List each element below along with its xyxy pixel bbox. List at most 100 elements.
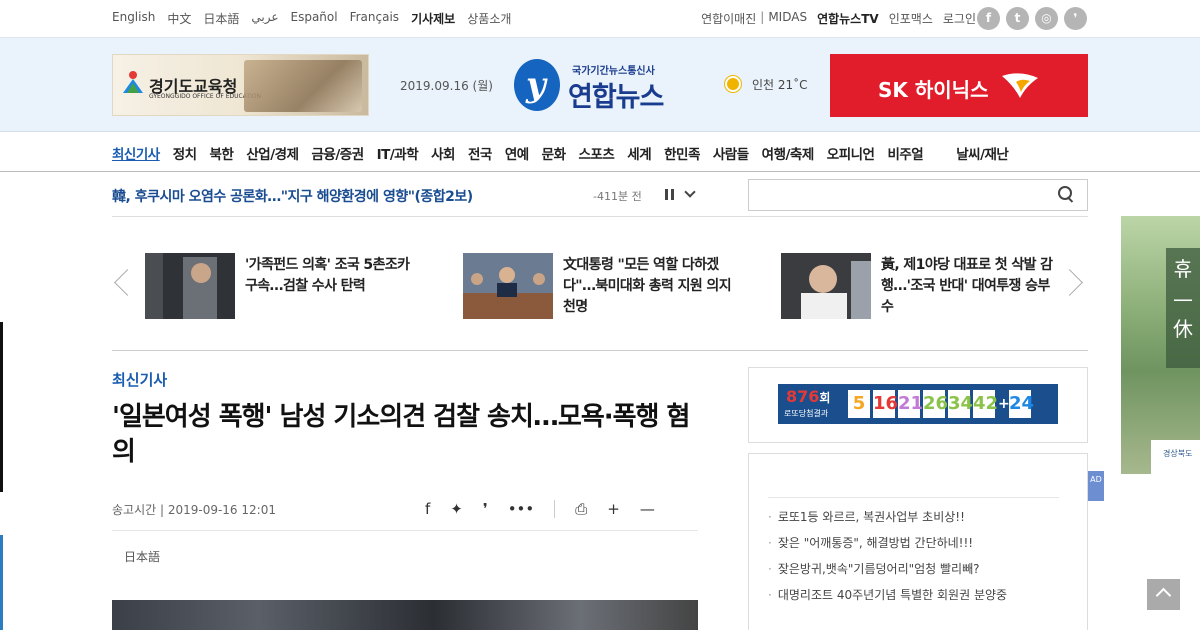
sk-hynix-ad[interactable]: SK 하이닉스 bbox=[830, 54, 1088, 117]
logo-mark-icon: y bbox=[514, 59, 560, 111]
carousel-next-icon[interactable] bbox=[1068, 265, 1084, 299]
main-nav: 최신기사 정치 북한 산업/경제 금융/증권 IT/과학 사회 전국 연예 문화… bbox=[0, 132, 1200, 172]
ad-left-photo bbox=[244, 60, 362, 112]
education-logo-icon bbox=[123, 71, 143, 93]
ad-tag: AD bbox=[1088, 471, 1104, 501]
zoom-out-icon[interactable]: — bbox=[640, 500, 655, 518]
left-edge-banner[interactable] bbox=[0, 322, 3, 492]
nav-sports[interactable]: 스포츠 bbox=[579, 143, 615, 163]
carousel-title: '가족펀드 의혹' 조국 5촌조카 구속…검찰 수사 탄력 bbox=[245, 257, 410, 294]
nav-finance[interactable]: 금융/증권 bbox=[312, 143, 365, 163]
lang-french[interactable]: Français bbox=[350, 10, 399, 27]
nav-culture[interactable]: 문화 bbox=[542, 143, 566, 163]
lotto-numbers: 5 16 21 26 34 42 + 24 bbox=[848, 390, 1034, 418]
lotto-label: 로또당첨결과 bbox=[784, 409, 829, 418]
nav-people[interactable]: 사람들 bbox=[713, 143, 749, 163]
link-midas[interactable]: MIDAS bbox=[768, 10, 807, 27]
report-link[interactable]: 기사제보 bbox=[411, 10, 455, 27]
gyeonggi-education-ad[interactable]: 경기도교육청 GYEONGGIDO OFFICE OF EDUCATION bbox=[112, 54, 369, 116]
carousel-thumbnail bbox=[145, 253, 235, 319]
lang-japanese[interactable]: 日本語 bbox=[203, 10, 239, 27]
twitter-share-icon[interactable]: ✦ bbox=[450, 500, 463, 518]
ad-link[interactable]: 로또1등 와르르, 복권사업부 초비상!! bbox=[768, 498, 1059, 524]
lotto-widget[interactable]: 876회 로또당첨결과 5 16 21 26 34 42 + 24 bbox=[748, 367, 1088, 443]
lang-english[interactable]: English bbox=[112, 10, 155, 27]
language-links: English 中文 日本語 عربي Español Français 기사제… bbox=[112, 10, 523, 27]
page: English 中文 日本語 عربي Español Français 기사제… bbox=[0, 0, 1200, 630]
side-banner-footer: 경상북도 bbox=[1151, 440, 1200, 474]
nav-it[interactable]: IT/과학 bbox=[377, 143, 419, 163]
weather-text: 인천 21˚C bbox=[752, 77, 808, 92]
article-title: '일본여성 폭행' 남성 기소의견 검찰 송치…모욕·폭행 혐의 bbox=[112, 402, 690, 467]
util-links: 연합이매진 | MIDAS 연합뉴스TV 인포맥스 로그인 bbox=[691, 10, 976, 27]
article-section[interactable]: 최신기사 bbox=[112, 369, 167, 390]
chevron-down-icon[interactable] bbox=[684, 186, 696, 198]
lotto-plus: + bbox=[998, 396, 1010, 412]
nav-local[interactable]: 전국 bbox=[468, 143, 492, 163]
instagram-icon[interactable]: ◎ bbox=[1035, 7, 1058, 30]
facebook-share-icon[interactable]: f bbox=[425, 500, 430, 518]
link-infomax[interactable]: 인포맥스 bbox=[889, 10, 933, 27]
more-share-icon[interactable]: ••• bbox=[508, 500, 535, 518]
lotto-bonus-ball: 24 bbox=[1009, 390, 1034, 418]
logo-name: 연합뉴스 bbox=[568, 82, 664, 113]
carousel-thumbnail bbox=[781, 253, 871, 319]
search-icon[interactable] bbox=[1058, 186, 1075, 203]
breaking-headline[interactable]: 韓, 후쿠시마 오염수 공론화…"지구 해양환경에 영향"(종합2보) bbox=[112, 186, 473, 206]
link-yonhap-tv[interactable]: 연합뉴스TV bbox=[817, 10, 879, 27]
lotto-ball: 5 bbox=[848, 390, 870, 418]
lang-spanish[interactable]: Español bbox=[291, 10, 338, 27]
sk-butterfly-icon bbox=[1002, 73, 1038, 98]
ad-right-text: SK 하이닉스 bbox=[878, 78, 989, 102]
nav-society[interactable]: 사회 bbox=[431, 143, 455, 163]
top-utility-bar: English 中文 日本語 عربي Español Français 기사제… bbox=[0, 0, 1200, 37]
side-banner-text: 휴 — 休 bbox=[1166, 248, 1200, 368]
nav-politics[interactable]: 정치 bbox=[173, 143, 197, 163]
nav-opinion[interactable]: 오피니언 bbox=[827, 143, 875, 163]
article-photo bbox=[112, 600, 698, 630]
scroll-to-top-icon[interactable] bbox=[1147, 579, 1180, 610]
zoom-in-icon[interactable]: + bbox=[607, 500, 620, 518]
lotto-banner: 876회 로또당첨결과 5 16 21 26 34 42 + 24 bbox=[778, 384, 1058, 424]
lotto-ball: 26 bbox=[923, 390, 948, 418]
print-icon[interactable]: ⎙ bbox=[575, 500, 587, 518]
carousel-prev-icon[interactable] bbox=[112, 265, 128, 299]
pause-icon[interactable] bbox=[665, 189, 674, 200]
social-links: f t ◎ ❜ bbox=[977, 7, 1087, 30]
carousel-title: 黃, 제1야당 대표로 첫 삭발 감행…'조국 반대' 대여투쟁 승부수 bbox=[881, 257, 1053, 315]
japanese-version-link[interactable]: 日本語 bbox=[124, 548, 160, 565]
nav-latest[interactable]: 최신기사 bbox=[112, 143, 160, 163]
link-imazine[interactable]: 연합이매진 bbox=[701, 10, 756, 27]
lotto-ball: 21 bbox=[898, 390, 923, 418]
nav-entertainment[interactable]: 연예 bbox=[505, 143, 529, 163]
divider bbox=[112, 216, 1088, 217]
lang-arabic[interactable]: عربي bbox=[251, 10, 278, 27]
lang-chinese[interactable]: 中文 bbox=[167, 10, 191, 27]
weather-widget[interactable]: 인천 21˚C bbox=[722, 73, 808, 95]
yonhap-logo[interactable]: y 국가기간뉴스통신사 연합뉴스 bbox=[514, 57, 686, 113]
divider bbox=[112, 530, 698, 531]
nav-visual[interactable]: 비주얼 bbox=[887, 143, 923, 163]
article-meta: 송고시간 | 2019-09-16 12:01 bbox=[112, 503, 276, 517]
story-share-icon[interactable]: ❜ bbox=[483, 500, 488, 518]
search-input[interactable] bbox=[749, 180, 1039, 210]
separator: | bbox=[760, 10, 765, 24]
carousel-thumbnail bbox=[463, 253, 553, 319]
nav-industry[interactable]: 산업/경제 bbox=[246, 143, 299, 163]
nav-north-korea[interactable]: 북한 bbox=[210, 143, 234, 163]
nav-world[interactable]: 세계 bbox=[627, 143, 651, 163]
login-link[interactable]: 로그인 bbox=[943, 10, 976, 27]
twitter-icon[interactable]: t bbox=[1006, 7, 1029, 30]
nav-travel[interactable]: 여행/축제 bbox=[762, 143, 815, 163]
header-date: 2019.09.16 (월) bbox=[400, 79, 493, 93]
products-link[interactable]: 상품소개 bbox=[467, 10, 511, 27]
facebook-icon[interactable]: f bbox=[977, 7, 1000, 30]
side-banner-ad[interactable]: 휴 — 休 경상북도 bbox=[1121, 216, 1200, 474]
nav-weather[interactable]: 날씨/재난 bbox=[956, 143, 1009, 163]
nav-korean-diaspora[interactable]: 한민족 bbox=[664, 143, 700, 163]
lotto-ball: 34 bbox=[948, 390, 973, 418]
story-icon[interactable]: ❜ bbox=[1064, 7, 1087, 30]
left-edge-banner[interactable] bbox=[0, 535, 3, 630]
carousel-title: 文대통령 "모든 역할 다하겠다"…북미대화 총력 지원 의지 천명 bbox=[563, 257, 732, 315]
divider bbox=[112, 350, 1088, 351]
